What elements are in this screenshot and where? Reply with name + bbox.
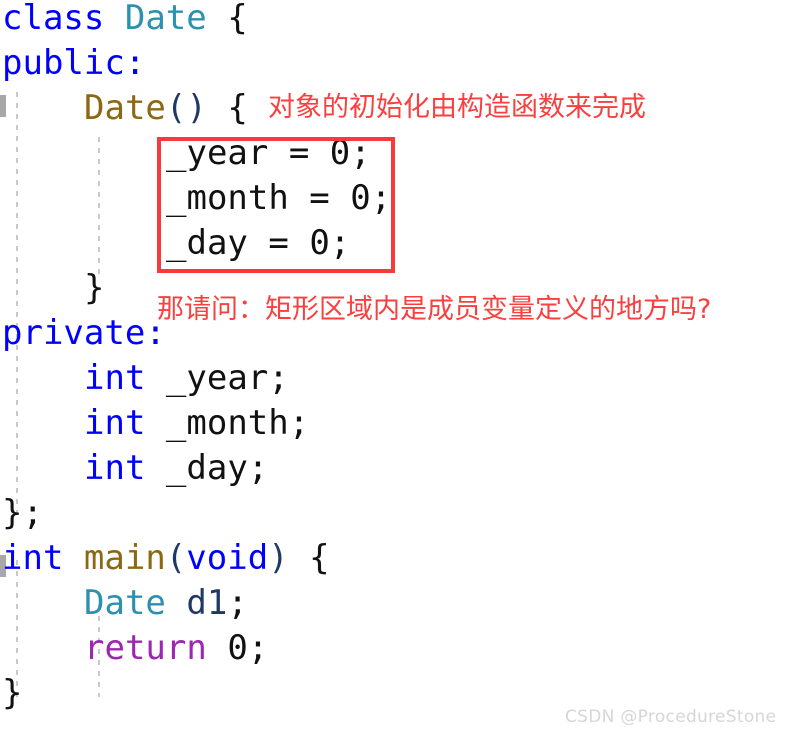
code-token: main	[83, 538, 166, 578]
code-token: int	[2, 538, 64, 578]
code-token: }	[84, 268, 105, 308]
code-token: void	[186, 538, 269, 578]
code-token: )	[268, 538, 289, 578]
code-token: 0	[329, 133, 351, 173]
code-line[interactable]: _day = 0;	[0, 221, 792, 266]
code-token: =	[247, 223, 310, 263]
code-token: Date	[84, 88, 166, 128]
code-line[interactable]: int _day;	[0, 446, 792, 491]
code-line[interactable]: };	[0, 491, 792, 536]
code-token: _year	[165, 358, 269, 398]
code-line[interactable]: public:	[0, 41, 792, 86]
code-token: return	[84, 628, 207, 668]
code-token: {	[309, 538, 330, 578]
code-token: 0	[227, 628, 248, 668]
code-token: ;	[288, 403, 310, 443]
code-token: int	[84, 358, 146, 398]
code-token: {	[227, 0, 248, 38]
code-token: {	[227, 88, 248, 128]
code-line[interactable]: int _year;	[0, 356, 792, 401]
code-token: ;	[350, 133, 371, 173]
code-token: class	[2, 0, 105, 38]
code-token: _day	[166, 223, 248, 263]
code-token: Date	[124, 0, 207, 38]
code-token: ;	[227, 583, 248, 623]
code-token: _month	[166, 178, 289, 218]
code-editor-canvas[interactable]: class Date {public: Date() {_year = 0; _mo…	[0, 0, 792, 737]
code-token: _day	[165, 448, 248, 488]
code-token: ()	[165, 88, 207, 128]
code-token: ;	[247, 448, 269, 488]
annotation-question: 那请问：矩形区域内是成员变量定义的地方吗?	[157, 294, 712, 325]
code-line[interactable]: class Date {	[0, 0, 792, 41]
code-line[interactable]: _month = 0;	[0, 176, 792, 221]
annotation-constructor: 对象的初始化由构造函数来完成	[268, 92, 646, 123]
code-token: _month	[165, 403, 289, 443]
code-token: ;	[370, 178, 392, 218]
code-token: =	[288, 178, 351, 218]
code-line[interactable]: Date d1;	[0, 581, 792, 626]
code-token: int	[84, 403, 146, 443]
code-token: _year	[166, 133, 269, 173]
code-token: public	[2, 43, 125, 83]
code-token: int	[84, 448, 146, 488]
code-line[interactable]: int main(void) {	[0, 536, 792, 581]
code-token: Date	[84, 583, 166, 623]
code-line[interactable]: return 0;	[0, 626, 792, 671]
csdn-watermark: CSDN @ProcedureStone	[565, 707, 777, 727]
code-token: (	[165, 538, 187, 578]
code-line[interactable]: int _month;	[0, 401, 792, 446]
code-token: 0	[350, 178, 371, 218]
code-token: };	[2, 493, 43, 533]
code-token: ;	[268, 358, 289, 398]
code-token: ;	[247, 628, 269, 668]
code-token: ;	[329, 223, 351, 263]
code-token: }	[2, 673, 23, 713]
code-token: :	[124, 43, 146, 83]
code-line[interactable]: _year = 0;	[0, 131, 792, 176]
code-token: 0	[309, 223, 330, 263]
code-token: private	[2, 313, 146, 353]
code-token: d1	[186, 583, 228, 623]
code-token: =	[268, 133, 330, 173]
